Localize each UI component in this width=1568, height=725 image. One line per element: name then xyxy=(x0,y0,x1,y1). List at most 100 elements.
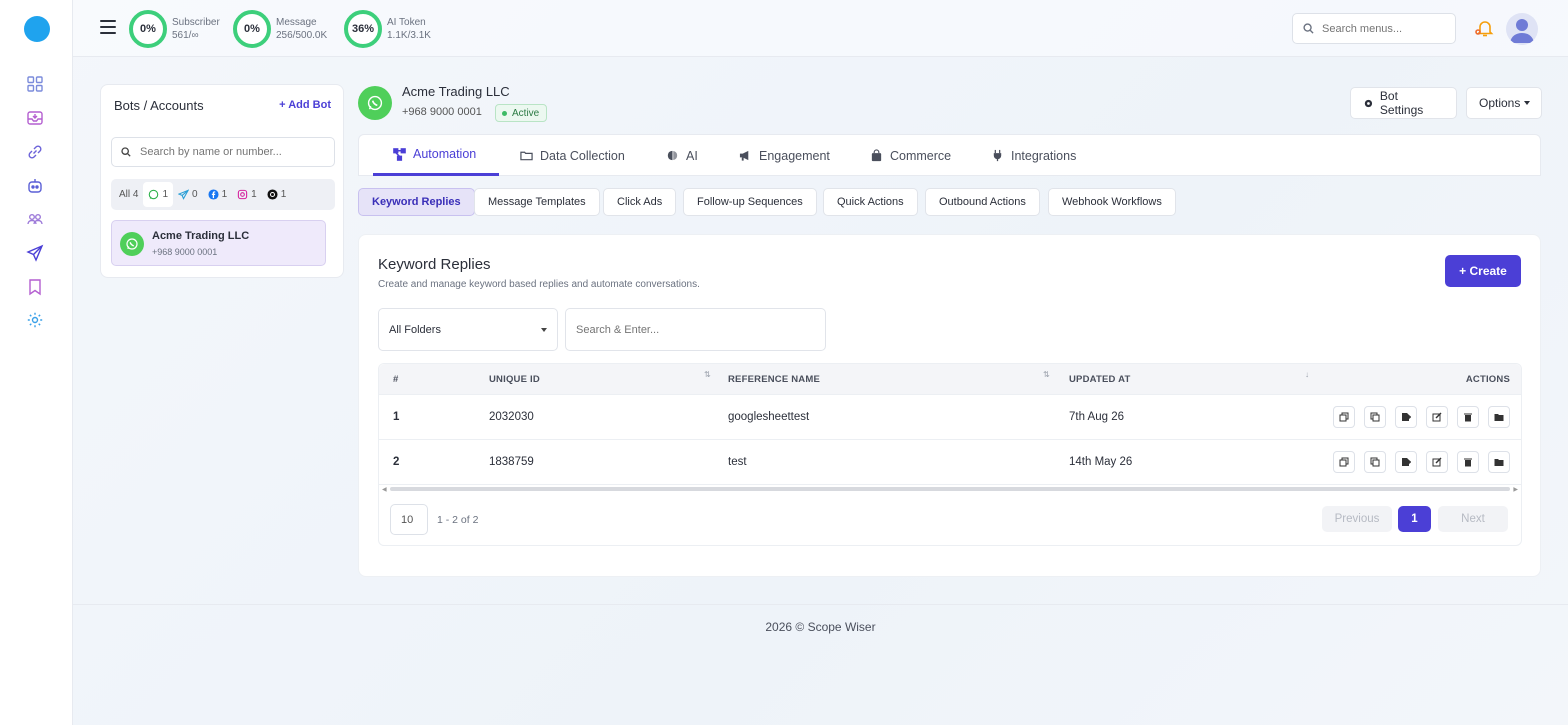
tab-label: Data Collection xyxy=(540,148,625,163)
bot-icon[interactable] xyxy=(25,176,45,196)
result-range: 1 - 2 of 2 xyxy=(437,514,479,526)
tab-automation[interactable]: Automation xyxy=(373,135,499,176)
row-index: 1 xyxy=(393,411,400,423)
page-size-input[interactable]: 10 xyxy=(390,504,428,535)
bot-search-input[interactable] xyxy=(140,146,320,158)
edit-icon[interactable] xyxy=(1426,406,1448,428)
tab-label: Integrations xyxy=(1011,148,1077,163)
subtab-keyword-replies[interactable]: Keyword Replies xyxy=(358,188,475,216)
subscriber-progress-ring: 0% xyxy=(129,10,167,48)
sort-icon[interactable]: ⇅ xyxy=(704,370,711,379)
subtab-outbound-actions[interactable]: Outbound Actions xyxy=(925,188,1040,216)
create-button[interactable]: + Create xyxy=(1445,255,1521,287)
stat-value: 1.1K/3.1K xyxy=(387,30,431,41)
duplicate-icon[interactable] xyxy=(1364,451,1386,473)
subtab-webhook-workflows[interactable]: Webhook Workflows xyxy=(1048,188,1176,216)
filter-count: 1 xyxy=(251,189,257,200)
folder-select[interactable]: All Folders xyxy=(378,308,558,351)
filter-facebook[interactable]: 1 xyxy=(203,182,233,207)
trash-icon[interactable] xyxy=(1457,451,1479,473)
threads-icon xyxy=(267,189,278,200)
sort-desc-icon[interactable]: ↓ xyxy=(1305,370,1309,379)
filter-instagram[interactable]: 1 xyxy=(232,182,262,207)
move-folder-icon[interactable] xyxy=(1488,451,1510,473)
scroll-left-icon[interactable]: ◀ xyxy=(382,486,387,493)
subscriber-stat: 0% Subscriber 561/∞ xyxy=(129,9,220,49)
export-icon[interactable] xyxy=(1395,451,1417,473)
filter-whatsapp[interactable]: 1 xyxy=(143,182,174,207)
copy-icon[interactable] xyxy=(1333,406,1355,428)
subtab-message-templates[interactable]: Message Templates xyxy=(474,188,600,216)
copy-icon[interactable] xyxy=(1333,451,1355,473)
filter-telegram[interactable]: 0 xyxy=(173,182,203,207)
keyword-search[interactable] xyxy=(565,308,826,351)
scroll-right-icon[interactable]: ▶ xyxy=(1513,486,1518,493)
bot-settings-button[interactable]: Bot Settings xyxy=(1350,87,1457,119)
page-1-button[interactable]: 1 xyxy=(1398,506,1431,532)
user-avatar[interactable] xyxy=(1506,13,1538,45)
search-icon xyxy=(1303,23,1314,34)
subtab-quick-actions[interactable]: Quick Actions xyxy=(823,188,918,216)
subtab-click-ads[interactable]: Click Ads xyxy=(603,188,677,216)
export-icon[interactable] xyxy=(1395,406,1417,428)
horizontal-scrollbar[interactable]: ◀ ▶ xyxy=(381,486,1519,493)
app-logo[interactable] xyxy=(24,16,50,42)
keyword-search-input[interactable] xyxy=(576,323,816,336)
subtab-follow-up-sequences[interactable]: Follow-up Sequences xyxy=(683,188,817,216)
filter-threads[interactable]: 1 xyxy=(262,182,292,207)
table-row: 1 2032030 googlesheettest 7th Aug 26 xyxy=(379,395,1521,440)
column-header[interactable]: UPDATED AT xyxy=(1069,374,1130,385)
tab-label: Engagement xyxy=(759,148,830,163)
status-text: Active xyxy=(512,107,540,119)
tab-label: AI xyxy=(686,148,698,163)
dashboard-icon[interactable] xyxy=(25,74,45,94)
tab-ai[interactable]: AI xyxy=(666,135,698,176)
next-page-button[interactable]: Next xyxy=(1438,506,1508,532)
menu-toggle-icon[interactable] xyxy=(100,20,116,34)
tab-integrations[interactable]: Integrations xyxy=(991,135,1076,176)
notification-bell-icon[interactable] xyxy=(1475,18,1495,38)
bot-list-item[interactable]: Acme Trading LLC +968 9000 0001 xyxy=(111,220,326,266)
sort-icon[interactable]: ⇅ xyxy=(1043,370,1050,379)
bot-name: Acme Trading LLC xyxy=(152,230,250,242)
bot-search[interactable] xyxy=(111,137,335,167)
unique-id: 2032030 xyxy=(489,411,534,423)
duplicate-icon[interactable] xyxy=(1364,406,1386,428)
send-icon[interactable] xyxy=(25,243,45,263)
message-progress-ring: 0% xyxy=(233,10,271,48)
bookmark-icon[interactable] xyxy=(25,277,45,297)
column-header[interactable]: UNIQUE ID xyxy=(489,374,540,385)
inbox-icon[interactable] xyxy=(25,108,45,128)
plug-icon xyxy=(993,149,1002,162)
previous-page-button[interactable]: Previous xyxy=(1322,506,1392,532)
search-icon xyxy=(121,147,131,157)
brain-icon xyxy=(667,150,678,161)
menu-search-input[interactable] xyxy=(1322,22,1442,35)
options-label: Options xyxy=(1479,96,1521,110)
tab-engagement[interactable]: Engagement xyxy=(739,135,830,176)
chevron-down-icon xyxy=(541,328,547,332)
unique-id: 1838759 xyxy=(489,456,534,468)
top-bar: 0% Subscriber 561/∞ 0% Message 256/500.0K … xyxy=(73,0,1568,57)
tab-commerce[interactable]: Commerce xyxy=(870,135,951,176)
settings-icon[interactable] xyxy=(25,310,45,330)
column-header[interactable]: REFERENCE NAME xyxy=(728,374,820,385)
filter-all[interactable]: All 4 xyxy=(114,182,143,207)
move-folder-icon[interactable] xyxy=(1488,406,1510,428)
trash-icon[interactable] xyxy=(1457,406,1479,428)
options-dropdown[interactable]: Options xyxy=(1466,87,1542,119)
account-number: +968 9000 0001 xyxy=(402,106,482,118)
ai-token-progress-ring: 36% xyxy=(344,10,382,48)
updated-at: 14th May 26 xyxy=(1069,456,1133,468)
account-name: Acme Trading LLC xyxy=(402,84,510,99)
add-bot-button[interactable]: + Add Bot xyxy=(279,99,331,111)
menu-search[interactable] xyxy=(1292,13,1456,44)
feature-tabs: Automation Data Collection AI Engagement… xyxy=(358,134,1541,176)
account-whatsapp-icon xyxy=(358,86,392,120)
tab-data-collection[interactable]: Data Collection xyxy=(520,135,625,176)
users-icon[interactable] xyxy=(25,209,45,229)
edit-icon[interactable] xyxy=(1426,451,1448,473)
updated-at: 7th Aug 26 xyxy=(1069,411,1124,423)
tab-label: Commerce xyxy=(890,148,952,163)
link-icon[interactable] xyxy=(25,142,45,162)
